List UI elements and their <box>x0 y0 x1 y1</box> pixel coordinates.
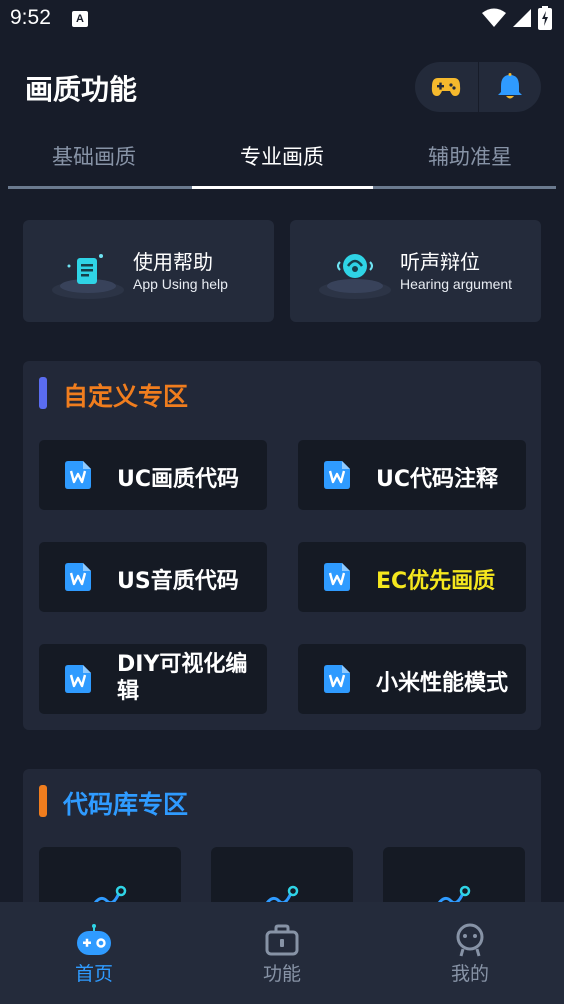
ec-priority-quality-label: EC优先画质 <box>376 569 496 594</box>
xiaomi-performance-label: 小米性能模式 <box>376 671 509 696</box>
tab-crosshair[interactable]: 辅助准星 <box>376 135 564 181</box>
nav-functions-label: 功能 <box>262 963 301 985</box>
us-sound-code-button[interactable]: US音质代码 <box>39 542 267 612</box>
xiaomi-performance-button[interactable]: 小米性能模式 <box>298 644 526 714</box>
usage-help-card[interactable]: 使用帮助 App Using help <box>23 220 274 322</box>
library-section-accent <box>39 785 47 817</box>
status-icons <box>482 6 552 30</box>
wifi-icon <box>482 8 506 27</box>
doc-w-icon <box>324 665 350 693</box>
hearing-card[interactable]: 听声辩位 Hearing argument <box>290 220 541 322</box>
ec-priority-quality-button[interactable]: EC优先画质 <box>298 542 526 612</box>
tab-pro-quality[interactable]: 专业画质 <box>188 135 376 181</box>
battery-icon <box>538 6 552 30</box>
status-bar: 9:52 A <box>0 0 564 38</box>
gamepad-button[interactable] <box>415 62 478 112</box>
usage-help-title: 使用帮助 <box>133 250 213 274</box>
profile-icon <box>456 923 484 957</box>
signal-icon <box>513 9 531 27</box>
tab-active-indicator <box>192 186 373 189</box>
uc-quality-code-label: UC画质代码 <box>117 467 240 492</box>
custom-section-title: 自定义专区 <box>63 382 189 411</box>
usage-help-subtitle: App Using help <box>133 276 228 292</box>
screen: 9:52 A 画质功能 基础画质 专业画质 辅助准星 使用帮助 App Usin… <box>0 0 564 1004</box>
nav-functions[interactable]: 功能 <box>188 902 376 1004</box>
gamepad-icon <box>432 78 461 96</box>
us-sound-code-label: US音质代码 <box>117 569 239 594</box>
doc-w-icon <box>65 665 91 693</box>
doc-w-icon <box>65 563 91 591</box>
hearing-icon <box>319 254 391 299</box>
uc-code-notes-button[interactable]: UC代码注释 <box>298 440 526 510</box>
library-section-title: 代码库专区 <box>63 790 189 819</box>
nav-home[interactable]: 首页 <box>0 902 188 1004</box>
doc-w-icon <box>65 461 91 489</box>
bottom-nav: 首页 功能 我的 <box>0 902 564 1004</box>
custom-section: 自定义专区 UC画质代码 UC代码注释 US音质代码 EC优先画质 DIY可视化… <box>23 361 541 730</box>
header-actions <box>415 62 541 112</box>
nav-profile[interactable]: 我的 <box>376 902 564 1004</box>
diy-visual-edit-button[interactable]: DIY可视化编辑 <box>39 644 267 714</box>
page-title: 画质功能 <box>25 73 138 106</box>
notification-button[interactable] <box>478 62 541 112</box>
doc-w-icon <box>324 461 350 489</box>
tab-bar: 基础画质 专业画质 辅助准星 <box>0 135 564 191</box>
status-time: 9:52 <box>10 6 51 29</box>
doc-w-icon <box>324 563 350 591</box>
diy-visual-edit-label: DIY可视化编辑 <box>117 652 248 704</box>
notification-a-icon: A <box>72 11 88 27</box>
toolbox-icon <box>265 924 299 956</box>
tab-basic-quality[interactable]: 基础画质 <box>0 135 188 181</box>
uc-code-notes-label: UC代码注释 <box>376 467 499 492</box>
help-document-icon <box>52 254 124 299</box>
uc-quality-code-button[interactable]: UC画质代码 <box>39 440 267 510</box>
custom-section-accent <box>39 377 47 409</box>
nav-home-label: 首页 <box>74 963 113 985</box>
home-controller-icon <box>77 924 111 955</box>
bell-icon <box>497 73 522 99</box>
hearing-title: 听声辩位 <box>400 250 480 274</box>
nav-profile-label: 我的 <box>450 963 489 985</box>
hearing-subtitle: Hearing argument <box>400 276 513 292</box>
